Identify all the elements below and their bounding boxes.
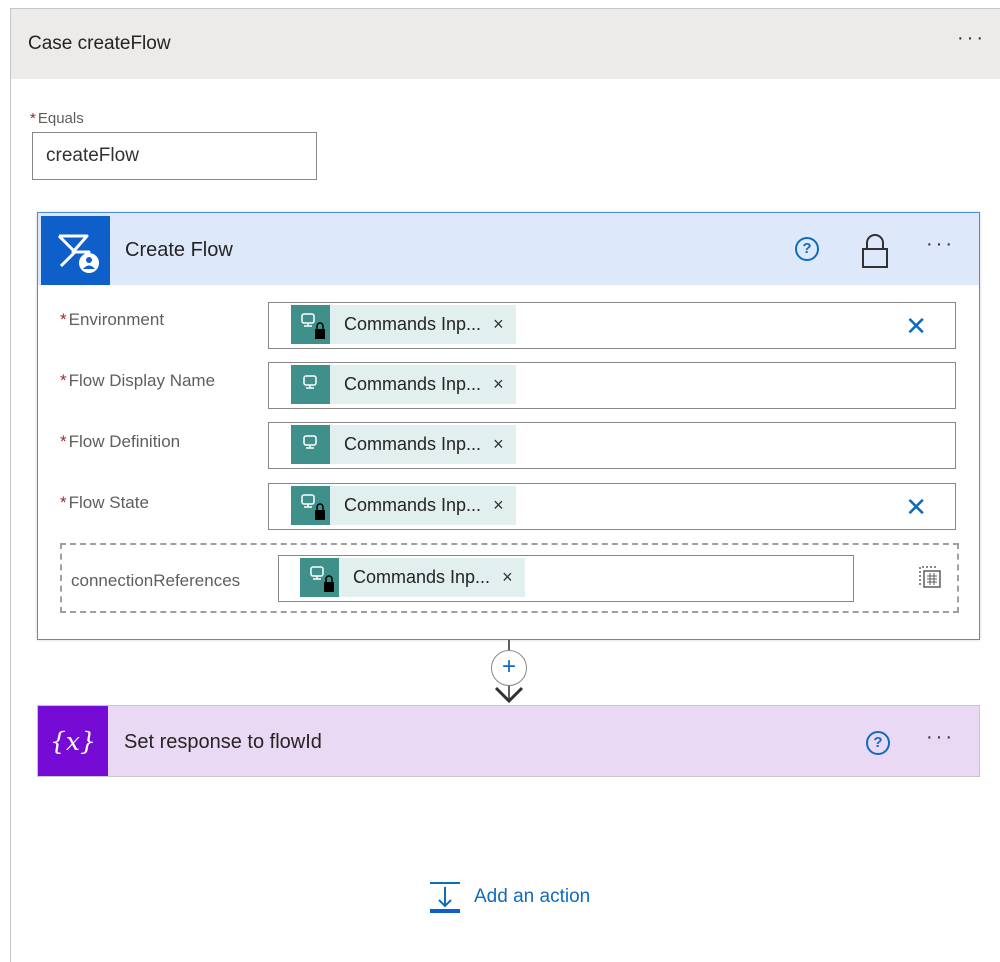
remove-token-icon[interactable]: × — [493, 495, 516, 516]
required-marker: * — [60, 493, 67, 512]
connection-references-field[interactable]: Commands Inp... × — [278, 555, 854, 602]
action-more-options-icon[interactable]: ··· — [926, 233, 955, 256]
commands-input-locked-icon — [291, 486, 330, 525]
set-variable-title: Set response to flowId — [124, 731, 322, 753]
token-label: Commands Inp... — [344, 314, 482, 334]
action-header[interactable]: Create Flow ? ··· — [38, 213, 979, 285]
add-action-icon — [430, 882, 460, 913]
add-action-button[interactable]: Add an action — [428, 880, 590, 914]
arrow-down-icon — [494, 686, 524, 704]
insert-step-button[interactable]: + — [491, 650, 527, 686]
flow-definition-label: * Flow Definition — [60, 432, 180, 452]
help-icon[interactable]: ? — [795, 237, 819, 261]
flow-state-field[interactable]: Commands Inp... × ✕ — [268, 483, 956, 530]
flow-definition-field[interactable]: Commands Inp... × — [268, 422, 956, 469]
dynamic-content-token[interactable]: Commands Inp... × — [291, 305, 516, 344]
remove-token-icon[interactable]: × — [493, 374, 516, 395]
environment-label-text: Environment — [68, 310, 165, 329]
commands-input-icon — [291, 425, 330, 464]
add-action-label: Add an action — [474, 886, 591, 907]
flow-display-name-field[interactable]: Commands Inp... × — [268, 362, 956, 409]
environment-field[interactable]: Commands Inp... × ✕ — [268, 302, 956, 349]
case-header[interactable]: Case createFlow ··· — [11, 9, 1000, 79]
token-label: Commands Inp... — [344, 495, 482, 515]
case-more-options-icon[interactable]: ··· — [957, 27, 986, 50]
dynamic-content-token[interactable]: Commands Inp... × — [291, 486, 516, 525]
dynamic-content-token[interactable]: Commands Inp... × — [291, 365, 516, 404]
commands-input-locked-icon — [291, 305, 330, 344]
lock-icon[interactable] — [860, 233, 890, 269]
flow-display-name-label: * Flow Display Name — [60, 371, 215, 391]
token-label: Commands Inp... — [344, 374, 482, 394]
remove-token-icon[interactable]: × — [493, 314, 516, 335]
required-marker: * — [60, 432, 67, 451]
required-marker: * — [60, 371, 67, 390]
switch-to-array-input-icon[interactable] — [918, 565, 944, 591]
equals-label: * Equals — [30, 110, 84, 127]
variable-more-options-icon[interactable]: ··· — [926, 726, 955, 749]
create-flow-action-card: Create Flow ? ··· * Environment Commands … — [37, 212, 980, 640]
flow-state-label: * Flow State — [60, 493, 149, 513]
dynamic-content-token[interactable]: Commands Inp... × — [291, 425, 516, 464]
equals-label-text: Equals — [37, 110, 84, 127]
clear-field-icon[interactable]: ✕ — [905, 492, 927, 523]
token-label: Commands Inp... — [353, 567, 491, 587]
equals-input[interactable]: createFlow — [32, 132, 317, 180]
token-label: Commands Inp... — [344, 434, 482, 454]
remove-token-icon[interactable]: × — [493, 434, 516, 455]
commands-input-icon — [291, 365, 330, 404]
flow-state-label-text: Flow State — [68, 493, 149, 512]
connection-references-group: connectionReferences Commands Inp... × — [60, 543, 959, 613]
flow-definition-label-text: Flow Definition — [68, 432, 181, 451]
action-title: Create Flow — [125, 239, 233, 261]
dynamic-content-token[interactable]: Commands Inp... × — [300, 558, 525, 597]
power-automate-management-icon — [41, 216, 110, 285]
help-icon[interactable]: ? — [866, 731, 890, 755]
set-variable-action-card[interactable]: {x} Set response to flowId ? ··· — [37, 705, 980, 777]
remove-token-icon[interactable]: × — [502, 567, 525, 588]
flow-display-name-label-text: Flow Display Name — [68, 371, 216, 390]
variable-icon: {x} — [38, 706, 108, 776]
required-marker: * — [30, 110, 36, 127]
required-marker: * — [60, 310, 67, 329]
environment-label: * Environment — [60, 310, 164, 330]
commands-input-locked-icon — [300, 558, 339, 597]
clear-field-icon[interactable]: ✕ — [905, 311, 927, 342]
connection-references-label: connectionReferences — [71, 571, 241, 590]
case-title: Case createFlow — [28, 33, 171, 54]
